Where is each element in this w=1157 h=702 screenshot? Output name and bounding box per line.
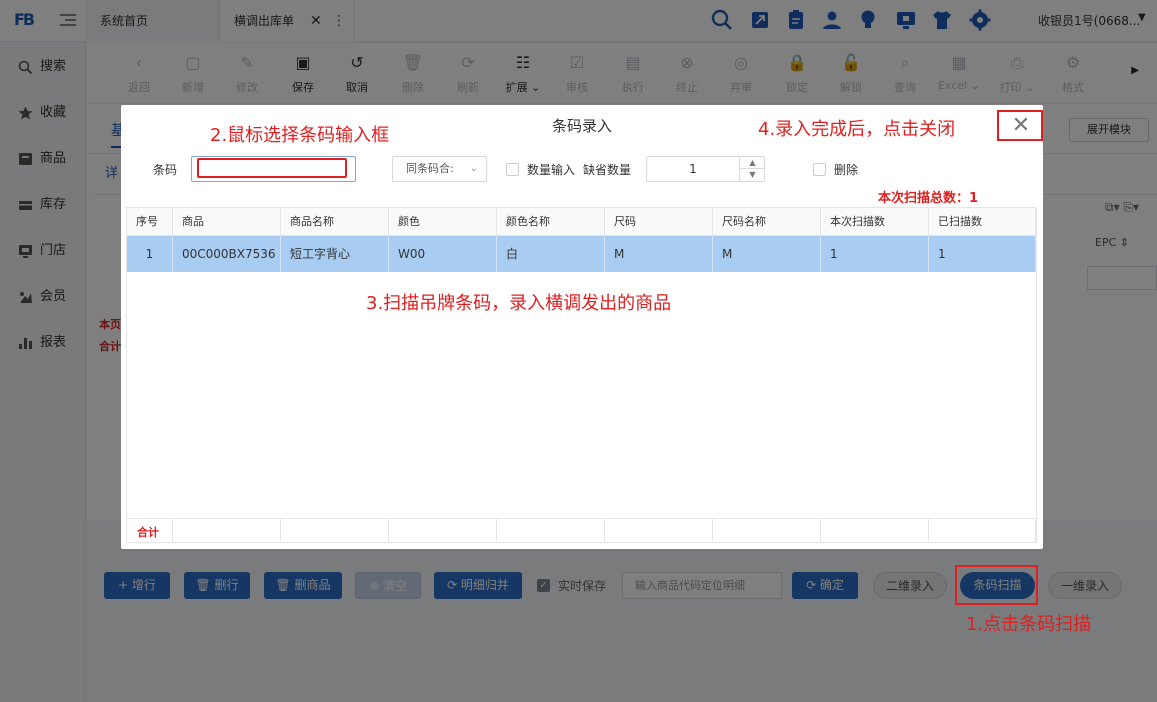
- column-header[interactable]: 序号: [127, 208, 173, 236]
- annotation-step4: 4.录入完成后，点击关闭: [758, 119, 956, 140]
- column-header[interactable]: 尺码名称: [713, 208, 821, 236]
- default-qty-stepper[interactable]: 1 ▲ ▼: [646, 156, 765, 182]
- barcode-mode-select[interactable]: 同条码合: ⌄: [392, 156, 487, 182]
- column-header[interactable]: 尺码: [605, 208, 713, 236]
- annotation-step3: 3.扫描吊牌条码，录入横调发出的商品: [366, 293, 672, 314]
- chevron-down-icon: ⌄: [469, 163, 478, 174]
- table-cell: M: [713, 236, 821, 272]
- table-cell: M: [605, 236, 713, 272]
- footer-cell: [389, 519, 497, 543]
- column-header[interactable]: 已扫描数: [929, 208, 1036, 236]
- annotation-step1: 1.点击条码扫描: [966, 614, 1092, 635]
- delete-mode-checkbox[interactable]: [813, 163, 826, 176]
- table-cell: W00: [389, 236, 497, 272]
- footer-cell: [497, 519, 605, 543]
- column-header[interactable]: 颜色: [389, 208, 497, 236]
- annotation-box-scan: [955, 565, 1038, 605]
- column-header[interactable]: 本次扫描数: [821, 208, 929, 236]
- footer-cell: [713, 519, 821, 543]
- delete-mode-label: 删除: [834, 163, 859, 177]
- footer-cell: [281, 519, 389, 543]
- stepper-down-icon[interactable]: ▼: [740, 169, 765, 181]
- annotation-step2: 2.鼠标选择条码输入框: [210, 125, 390, 146]
- table-cell: 1: [127, 236, 173, 272]
- table-cell: 1: [821, 236, 929, 272]
- qty-stepper-buttons: ▲ ▼: [739, 157, 765, 181]
- qty-input-label: 数量输入: [527, 163, 576, 177]
- footer-cell: [127, 519, 173, 543]
- scan-grid-footer: 合计: [127, 518, 1036, 543]
- table-row[interactable]: 1 00C000BX7536 短工字背心 W00 白 M M 1 1: [127, 236, 1036, 272]
- barcode-entry-dialog: 条码录入 ✕ 2.鼠标选择条码输入框 4.录入完成后，点击关闭 条码 同条码合:…: [121, 105, 1043, 549]
- annotation-box-close: [997, 110, 1043, 141]
- table-cell: 1: [929, 236, 1036, 272]
- footer-cell: [821, 519, 929, 543]
- scan-grid-header: 序号 商品 商品名称 颜色 颜色名称 尺码 尺码名称 本次扫描数 已扫描数: [127, 208, 1036, 236]
- table-cell: 短工字背心: [281, 236, 389, 272]
- stepper-up-icon[interactable]: ▲: [740, 157, 765, 169]
- table-cell: 白: [497, 236, 605, 272]
- barcode-label: 条码: [153, 163, 178, 177]
- scan-grid: 序号 商品 商品名称 颜色 颜色名称 尺码 尺码名称 本次扫描数 已扫描数 1 00C000BX7…: [126, 207, 1037, 543]
- scan-total-count: 本次扫描总数：1: [878, 191, 979, 206]
- barcode-mode-value: 同条码合:: [406, 162, 454, 175]
- column-header[interactable]: 商品: [173, 208, 281, 236]
- qty-input-checkbox[interactable]: [506, 163, 519, 176]
- table-cell: 00C000BX7536: [173, 236, 281, 272]
- column-header[interactable]: 颜色名称: [497, 208, 605, 236]
- column-header[interactable]: 商品名称: [281, 208, 389, 236]
- default-qty-value[interactable]: 1: [647, 157, 739, 181]
- footer-cell: [929, 519, 1036, 543]
- footer-cell: [605, 519, 713, 543]
- footer-cell: [173, 519, 281, 543]
- default-qty-label: 缺省数量: [583, 163, 632, 177]
- annotation-box-barcode-input: [197, 158, 347, 178]
